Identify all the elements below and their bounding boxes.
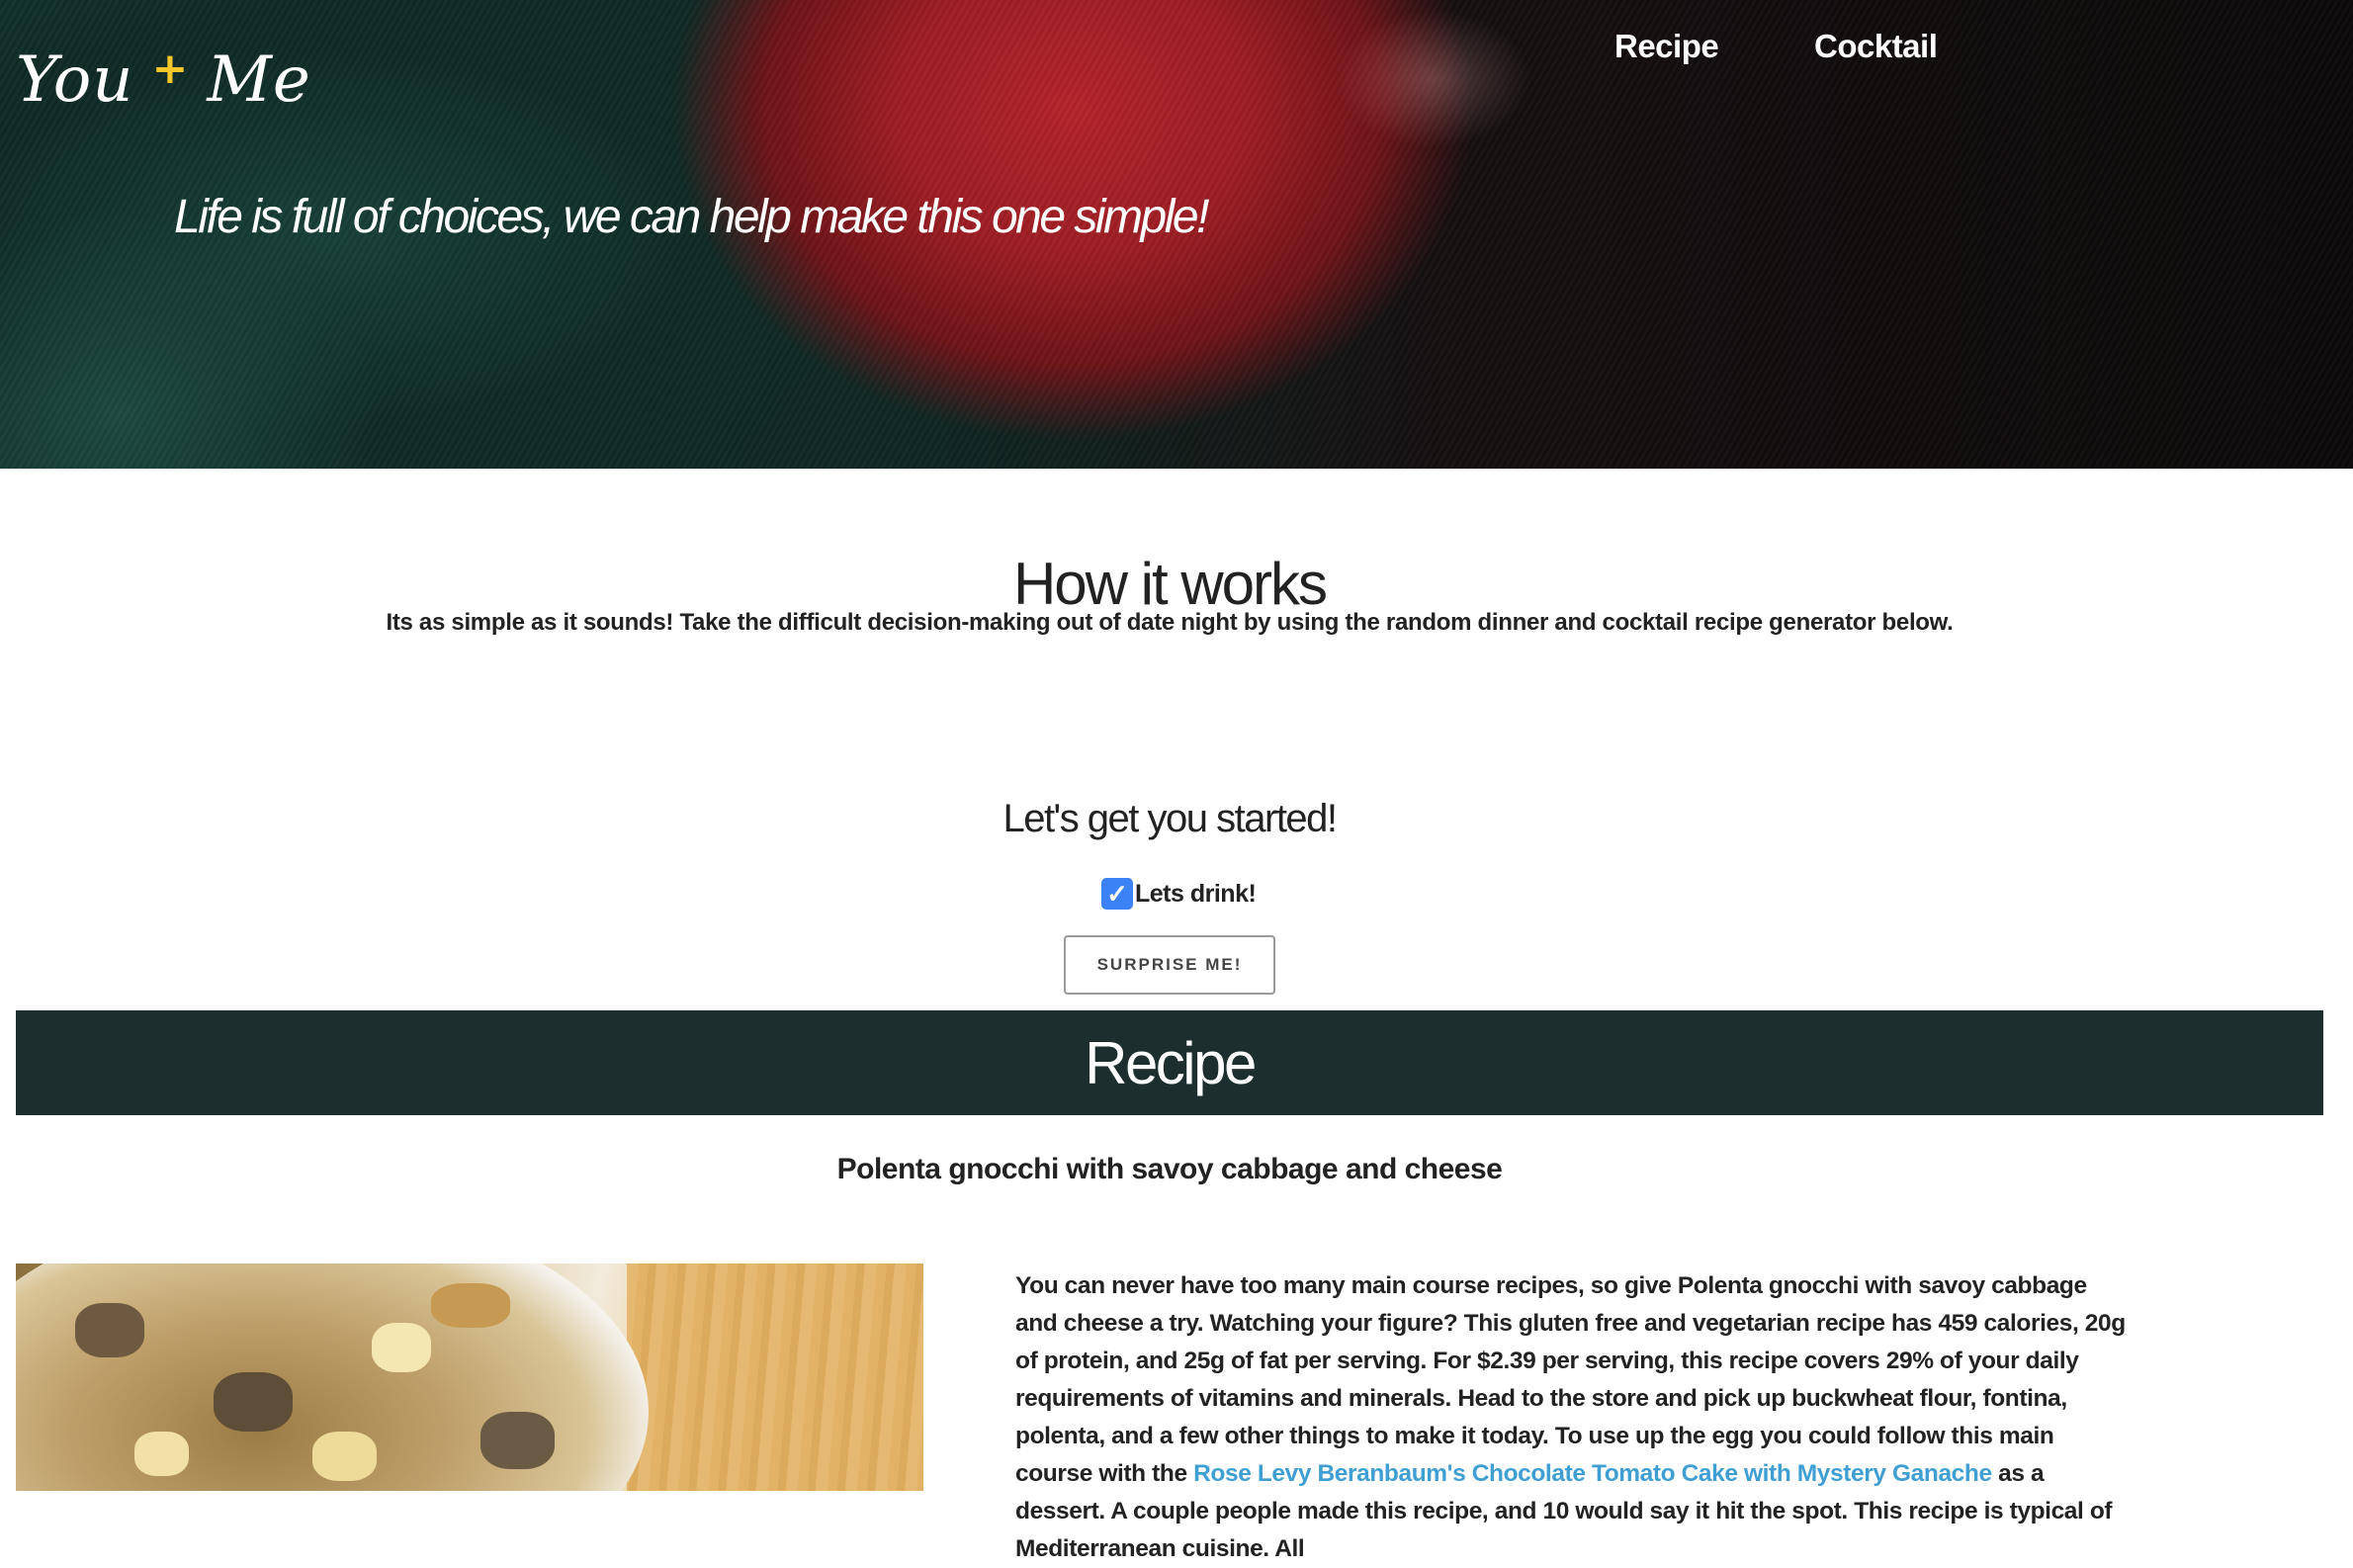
- recipe-section-banner: Recipe: [16, 1010, 2323, 1115]
- hero-tagline: Life is full of choices, we can help mak…: [174, 191, 1209, 243]
- heart-highlight: [1335, 10, 1532, 148]
- how-it-works-description: Its as simple as it sounds! Take the dif…: [386, 609, 1954, 636]
- recipe-name: Polenta gnocchi with savoy cabbage and c…: [836, 1153, 1503, 1185]
- recipe-description-text: You can never have too many main course …: [1015, 1272, 2126, 1487]
- gnocchi-piece: [75, 1303, 144, 1357]
- logo-text-left: You: [16, 44, 134, 117]
- recipe-section-title: Recipe: [1085, 1029, 1257, 1096]
- hero-banner: You + Me Recipe Cocktail Life is full of…: [0, 0, 2353, 469]
- cheese-cube: [312, 1432, 377, 1481]
- dessert-recipe-link[interactable]: Rose Levy Beranbaum's Chocolate Tomato C…: [1193, 1460, 1992, 1487]
- nav-link-recipe[interactable]: Recipe: [1614, 28, 1753, 65]
- cheese-cube: [372, 1323, 431, 1372]
- fried-onion: [431, 1283, 510, 1328]
- get-started-title: Let's get you started!: [1002, 797, 1338, 840]
- check-icon: ✓: [1106, 879, 1128, 909]
- logo-plus: +: [151, 43, 190, 94]
- nav-link-cocktail[interactable]: Cocktail: [1814, 28, 1972, 65]
- recipe-description: You can never have too many main course …: [1015, 1267, 2133, 1568]
- lets-drink-checkbox[interactable]: ✓: [1101, 878, 1133, 910]
- lets-drink-row: ✓ Lets drink!: [1101, 878, 1257, 910]
- gnocchi-piece: [214, 1372, 293, 1432]
- recipe-image: [16, 1263, 923, 1491]
- cheese-cube: [134, 1432, 189, 1476]
- site-logo[interactable]: You + Me: [16, 43, 311, 118]
- gnocchi-piece: [480, 1412, 555, 1469]
- logo-text-right: Me: [207, 44, 311, 117]
- surprise-me-button[interactable]: SURPRISE ME!: [1064, 935, 1275, 995]
- wooden-table: [627, 1263, 923, 1491]
- how-it-works-title: How it works: [1012, 550, 1328, 617]
- lets-drink-label[interactable]: Lets drink!: [1135, 880, 1257, 909]
